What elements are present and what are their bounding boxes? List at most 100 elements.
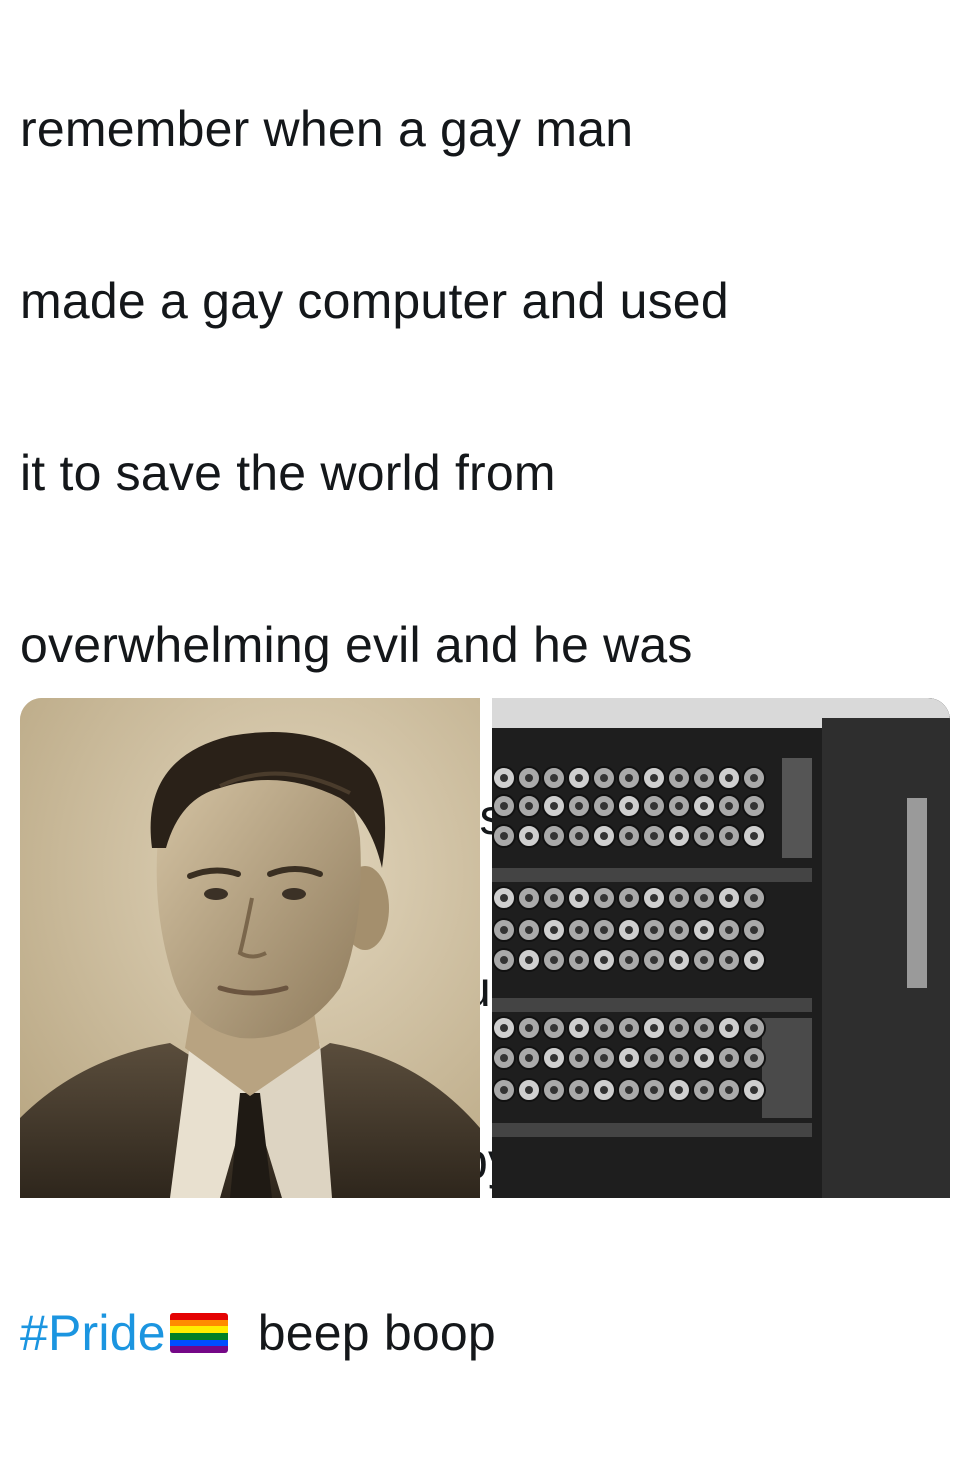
bombe-drum-hub	[625, 774, 633, 782]
post-line-8: #Pride beep boop	[20, 1290, 950, 1376]
bombe-drum-hub	[600, 956, 608, 964]
bombe-drum-hub	[550, 1086, 558, 1094]
bombe-drum-hub	[625, 802, 633, 810]
bombe-drum-hub	[725, 1086, 733, 1094]
bombe-drum-hub	[675, 832, 683, 840]
bombe-drum-hub	[525, 832, 533, 840]
bombe-drum-hub	[725, 894, 733, 902]
bombe-drum-hub	[525, 926, 533, 934]
bombe-drum-hub	[700, 1054, 708, 1062]
bombe-drum-hub	[600, 1086, 608, 1094]
bombe-drum-hub	[500, 1086, 508, 1094]
bombe-drum-hub	[625, 926, 633, 934]
bombe-drum-hub	[675, 1086, 683, 1094]
bombe-drum-hub	[700, 956, 708, 964]
bombe-drum-hub	[650, 774, 658, 782]
post-line-3: it to save the world from	[20, 445, 556, 501]
bombe-drum-hub	[675, 802, 683, 810]
bombe-drum-hub	[500, 1024, 508, 1032]
bombe-drum-hub	[725, 1054, 733, 1062]
bombe-drum-hub	[550, 894, 558, 902]
bombe-drum-hub	[650, 926, 658, 934]
bombe-drum-hub	[650, 832, 658, 840]
man-portrait-photo[interactable]	[20, 698, 480, 1198]
bombe-drum-hub	[750, 956, 758, 964]
bombe-machine-photo[interactable]	[492, 698, 950, 1198]
bombe-drum-hub	[500, 894, 508, 902]
pride-hashtag-link[interactable]: #Pride	[20, 1290, 166, 1376]
bombe-drum-hub	[675, 774, 683, 782]
bombe-drum-hub	[575, 926, 583, 934]
bombe-drum-hub	[650, 1086, 658, 1094]
media-grid	[20, 698, 950, 1198]
bombe-drum-hub	[550, 832, 558, 840]
bombe-drum-hub	[500, 926, 508, 934]
bombe-drum-hub	[700, 1086, 708, 1094]
bombe-drum-hub	[650, 894, 658, 902]
bombe-drum-hub	[550, 1054, 558, 1062]
beep-boop-text: beep boop	[257, 1305, 496, 1361]
post-line-4: overwhelming evil and he was	[20, 617, 693, 673]
bombe-drum-hub	[675, 894, 683, 902]
bombe-drum-hub	[600, 774, 608, 782]
bombe-drum-hub	[500, 1054, 508, 1062]
bombe-drum-hub	[625, 1086, 633, 1094]
bombe-drum-hub	[600, 894, 608, 902]
bombe-drum-hub	[750, 802, 758, 810]
bombe-drum-hub	[550, 926, 558, 934]
bombe-drum-hub	[650, 1024, 658, 1032]
bombe-drum-hub	[650, 1054, 658, 1062]
rainbow-flag-icon	[169, 1313, 228, 1353]
bombe-drum-hub	[525, 956, 533, 964]
bombe-drum-hub	[750, 832, 758, 840]
bombe-drum-hub	[700, 926, 708, 934]
post-line-1: remember when a gay man	[20, 101, 634, 157]
bombe-drum-hub	[675, 1054, 683, 1062]
bombe-drum-hub	[725, 774, 733, 782]
bombe-drum-hub	[675, 926, 683, 934]
bombe-drum-hub	[600, 1024, 608, 1032]
bombe-drum-hub	[675, 1024, 683, 1032]
bombe-drum-hub	[550, 1024, 558, 1032]
bombe-drum-hub	[575, 774, 583, 782]
bombe-drum-hub	[750, 1054, 758, 1062]
bombe-drum-hub	[525, 1086, 533, 1094]
bombe-drum-hub	[750, 1024, 758, 1032]
bombe-drum-hub	[750, 926, 758, 934]
bombe-drum-hub	[650, 956, 658, 964]
bombe-drum-hub	[600, 832, 608, 840]
bombe-drum-hub	[625, 894, 633, 902]
bombe-drum-hub	[750, 1086, 758, 1094]
bombe-drum-hub	[725, 956, 733, 964]
bombe-drum-hub	[525, 894, 533, 902]
bombe-drum-hub	[575, 1086, 583, 1094]
bombe-drum-hub	[575, 1054, 583, 1062]
bombe-drum-hub	[700, 832, 708, 840]
bombe-drum-hub	[525, 802, 533, 810]
bombe-drum-hub	[500, 832, 508, 840]
bombe-drum-hub	[750, 894, 758, 902]
bombe-drum-hub	[750, 774, 758, 782]
bombe-drum-hub	[625, 1054, 633, 1062]
bombe-drum-hub	[600, 1054, 608, 1062]
bombe-drum-hub	[725, 832, 733, 840]
bombe-drum-hub	[675, 956, 683, 964]
bombe-drum-hub	[525, 1054, 533, 1062]
bombe-drum-hub	[550, 956, 558, 964]
bombe-drum-hub	[550, 802, 558, 810]
bombe-drum-hub	[500, 774, 508, 782]
bombe-drum-hub	[600, 926, 608, 934]
bombe-drum-hub	[725, 1024, 733, 1032]
bombe-drum-hub	[575, 894, 583, 902]
bombe-drum-hub	[625, 956, 633, 964]
bombe-drum-hub	[625, 1024, 633, 1032]
bombe-drum-hub	[725, 926, 733, 934]
bombe-drum-hub	[575, 832, 583, 840]
bombe-drum-hub	[500, 802, 508, 810]
bombe-drum-hub	[725, 802, 733, 810]
bombe-drum-hub	[700, 802, 708, 810]
bombe-drum-hub	[700, 894, 708, 902]
bombe-drum-hub	[525, 774, 533, 782]
bombe-drum-hub	[700, 1024, 708, 1032]
bombe-drum-hub	[600, 802, 608, 810]
